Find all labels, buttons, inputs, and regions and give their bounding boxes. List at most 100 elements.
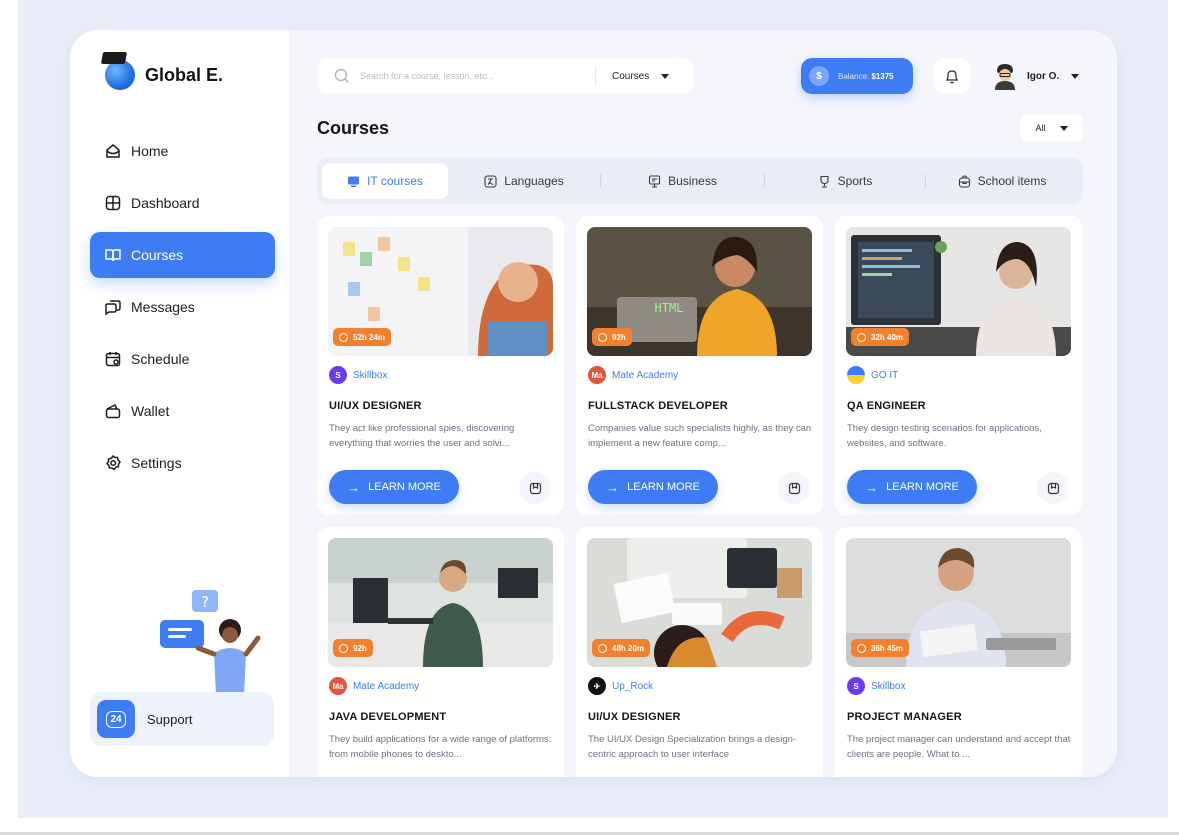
course-description: The project manager can understand and a… (847, 734, 1071, 760)
course-card: 52h 24m S Skillbox UI/UX DESIGNER They a… (317, 216, 564, 515)
course-thumbnail: HTML 92h (587, 227, 812, 356)
course-description: They design testing scenarios for applic… (847, 423, 1042, 449)
sidebar-item-dashboard[interactable]: Dashboard (90, 180, 275, 226)
duration-badge: 92h (333, 639, 373, 657)
app-window: Global E. Home Dashboard Courses Message… (70, 30, 1117, 777)
course-provider[interactable]: S Skillbox (847, 677, 905, 695)
search-category-select[interactable]: Courses (612, 70, 670, 82)
sidebar-item-schedule[interactable]: Schedule (90, 336, 275, 382)
course-thumbnail: 32h 40m (846, 227, 1071, 356)
course-thumbnail: 48h 20m (587, 538, 812, 667)
course-provider[interactable]: ✈ Up_Rock (588, 677, 653, 695)
course-title: UI/UX DESIGNER (588, 711, 681, 723)
learn-more-button[interactable]: → LEARN MORE (847, 470, 977, 504)
dollar-coin-icon: $ (809, 66, 829, 86)
go-it-logo-icon (847, 366, 865, 384)
mate-academy-logo-icon: Ma (329, 677, 347, 695)
clock-icon (598, 643, 607, 653)
provider-name: Mate Academy (353, 680, 420, 692)
provider-name: Skillbox (871, 680, 906, 692)
caret-down-icon (661, 73, 670, 79)
course-thumbnail: 52h 24m (328, 227, 553, 356)
sidebar-item-label: Messages (131, 299, 195, 315)
tab-label: IT courses (367, 174, 423, 188)
dashboard-icon (104, 194, 122, 212)
up-rock-logo-icon: ✈ (588, 677, 606, 695)
gear-icon (104, 454, 122, 472)
bookmark-button[interactable] (519, 472, 551, 504)
learn-more-button[interactable]: → LEARN MORE (329, 470, 459, 504)
balance-button[interactable]: $ Balance: $1375 (801, 58, 913, 94)
bookmark-button[interactable] (778, 472, 810, 504)
course-thumbnail: 36h 45m (846, 538, 1071, 667)
support-24-icon: 24 (97, 700, 135, 738)
user-name: Igor O. (1027, 70, 1060, 82)
sidebar-item-label: Schedule (131, 351, 190, 367)
sidebar-item-courses[interactable]: Courses (90, 232, 275, 278)
course-provider[interactable]: S Skillbox (329, 366, 387, 384)
course-card: 36h 45m S Skillbox PROJECT MANAGER The p… (835, 527, 1082, 777)
sidebar-item-wallet[interactable]: Wallet (90, 388, 275, 434)
course-description: They build applications for a wide range… (329, 734, 552, 760)
support-label: Support (147, 711, 193, 727)
backpack-icon (958, 174, 970, 188)
filter-select[interactable]: All (1020, 114, 1083, 142)
notifications-button[interactable] (934, 58, 970, 94)
caret-down-icon (1071, 73, 1080, 79)
sidebar-item-label: Dashboard (131, 195, 200, 211)
course-title: UI/UX DESIGNER (329, 400, 422, 412)
tab-sports[interactable]: Sports (765, 163, 925, 199)
sidebar-item-label: Settings (131, 455, 182, 471)
tab-languages[interactable]: Languages (448, 163, 600, 199)
tab-school-items[interactable]: School items (926, 163, 1078, 199)
bookmark-icon (1047, 482, 1059, 494)
provider-name: GO IT (871, 369, 899, 381)
category-tabs: IT courses Languages Business Sports Sch… (317, 158, 1083, 204)
balance-value: $1375 (871, 71, 894, 81)
search-category-label: Courses (612, 70, 650, 82)
bookmark-button[interactable] (1037, 472, 1069, 504)
course-description: The UI/UX Design Specialization brings a… (588, 734, 797, 760)
skillbox-logo-icon: S (329, 366, 347, 384)
course-provider[interactable]: Ma Mate Academy (588, 366, 678, 384)
clock-icon (339, 643, 348, 653)
duration-badge: 52h 24m (333, 328, 392, 346)
skillbox-logo-icon: S (847, 677, 865, 695)
wallet-icon (104, 402, 122, 420)
tab-label: Languages (504, 174, 564, 188)
bookmark-icon (788, 482, 800, 494)
presentation-icon (649, 174, 661, 188)
svg-text:HTML: HTML (655, 301, 684, 315)
clock-icon (339, 332, 348, 342)
course-title: FULLSTACK DEVELOPER (588, 400, 728, 412)
book-icon (104, 246, 122, 264)
logo[interactable]: Global E. (100, 52, 223, 90)
search-bar: Courses (317, 58, 693, 94)
monitor-icon (348, 176, 360, 187)
provider-name: Mate Academy (612, 369, 679, 381)
arrow-right-icon: → (865, 479, 879, 495)
learn-more-button[interactable]: → LEARN MORE (588, 470, 718, 504)
course-provider[interactable]: GO IT (847, 366, 898, 384)
page-title: Courses (317, 118, 390, 138)
search-input[interactable] (358, 70, 582, 82)
translate-icon (484, 174, 497, 188)
sidebar-item-settings[interactable]: Settings (90, 440, 275, 486)
mate-academy-logo-icon: Ma (588, 366, 606, 384)
calendar-icon (104, 350, 122, 368)
course-description: They act like professional spies, discov… (329, 423, 515, 449)
duration-badge: 32h 40m (851, 328, 910, 346)
course-title: PROJECT MANAGER (847, 711, 962, 723)
tab-it-courses[interactable]: IT courses (322, 163, 448, 199)
course-provider[interactable]: Ma Mate Academy (329, 677, 419, 695)
support-button[interactable]: 24 Support (90, 692, 274, 746)
tab-business[interactable]: Business (601, 163, 764, 199)
sidebar-item-home[interactable]: Home (90, 128, 275, 174)
support-illustration: ? (158, 588, 268, 698)
sidebar-item-messages[interactable]: Messages (90, 284, 275, 330)
clock-icon (598, 332, 607, 342)
course-thumbnail: 92h (328, 538, 553, 667)
course-description: Companies value such specialists highly,… (588, 423, 812, 449)
user-menu[interactable]: Igor O. (993, 58, 1080, 94)
clock-icon (857, 332, 866, 342)
